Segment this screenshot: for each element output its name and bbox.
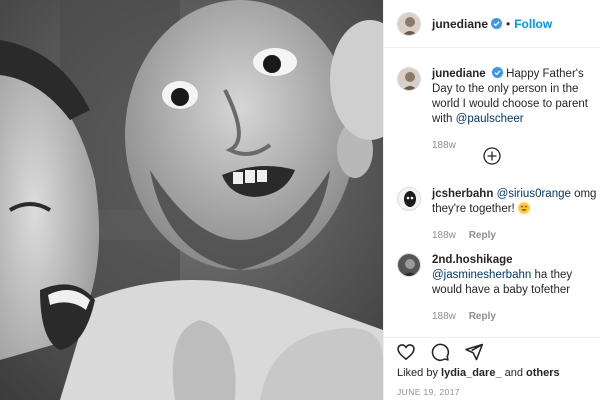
reply-button[interactable]: Reply — [469, 311, 496, 322]
avatar-image — [398, 188, 420, 210]
header-username[interactable]: junediane — [432, 17, 488, 31]
verified-badge-icon — [491, 18, 503, 29]
comment-username[interactable]: 2nd.hoshikage — [432, 254, 513, 266]
avatar-image — [398, 12, 420, 35]
paper-plane-icon[interactable] — [464, 342, 484, 362]
separator-dot: • — [506, 16, 511, 31]
caption-username[interactable]: junediane — [432, 68, 486, 80]
liked-by-user-link[interactable]: lydia_dare_ — [441, 367, 502, 379]
comment-username[interactable]: jcsherbahn — [432, 188, 493, 200]
black-and-white-photo — [0, 0, 383, 400]
comment-age[interactable]: 188w — [432, 311, 456, 322]
action-icons — [396, 342, 484, 362]
post-header: junediane • Follow — [384, 0, 600, 48]
avatar[interactable] — [397, 11, 421, 36]
avatar[interactable] — [397, 67, 421, 91]
comment-mention-link[interactable]: @jasminesherbahn — [432, 269, 531, 281]
reply-button[interactable]: Reply — [469, 230, 496, 241]
avatar-image — [398, 68, 420, 90]
caption-mention-link[interactable]: @paulscheer — [456, 113, 524, 125]
instagram-post: junediane • Follow junediane Happy Fathe… — [0, 0, 600, 400]
comment-mention-link[interactable]: @sirius0range — [497, 188, 571, 200]
verified-badge-icon — [491, 67, 503, 78]
comments-section: junediane Happy Father's Day to the only… — [384, 49, 600, 337]
follow-button[interactable]: Follow — [514, 17, 552, 31]
post-actions: Liked by lydia_dare_ and others JUNE 19,… — [384, 337, 600, 400]
comment-age[interactable]: 188w — [432, 230, 456, 241]
likes-others-link[interactable]: others — [526, 367, 560, 379]
avatar[interactable] — [397, 187, 421, 211]
plus-circle-icon[interactable] — [483, 147, 501, 165]
post-photo[interactable] — [0, 0, 383, 400]
likes-conjunction: and — [501, 367, 527, 379]
avatar[interactable] — [397, 253, 421, 277]
post-caption: junediane Happy Father's Day to the only… — [397, 67, 597, 153]
heart-icon[interactable] — [396, 342, 416, 362]
post-date[interactable]: JUNE 19, 2017 — [397, 387, 460, 397]
avatar-image — [398, 254, 420, 276]
comment-icon[interactable] — [430, 342, 450, 362]
heart-eyes-emoji-icon — [518, 202, 530, 214]
likes-summary: Liked by lydia_dare_ and others — [397, 367, 560, 379]
likes-prefix: Liked by — [397, 367, 442, 379]
post-side-panel: junediane • Follow junediane Happy Fathe… — [383, 0, 600, 400]
comment-item: jcsherbahn @sirius0range omg they're tog… — [397, 187, 597, 243]
comment-item: 2nd.hoshikage @jasminesherbahn ha they w… — [397, 253, 597, 324]
caption-age[interactable]: 188w — [432, 140, 456, 151]
